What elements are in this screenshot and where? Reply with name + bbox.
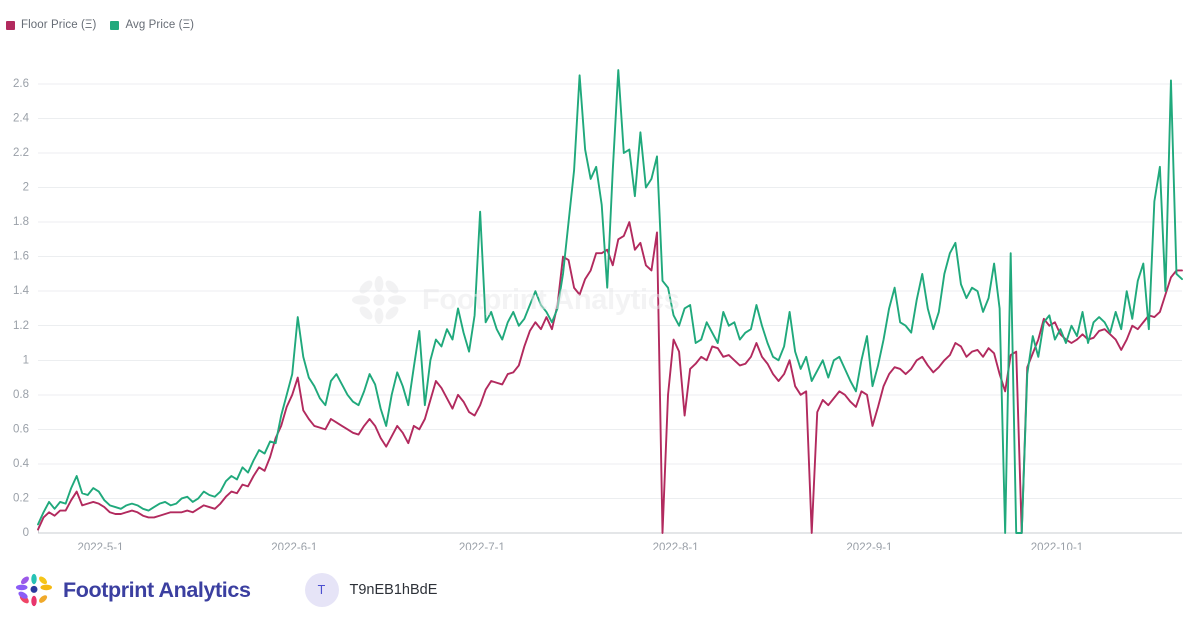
x-axis-tick-label: 2022-7-1	[459, 542, 505, 550]
y-axis-tick-label: 2	[23, 182, 29, 194]
y-axis-tick-label: 2.6	[13, 78, 29, 90]
y-axis-tick-label: 1.2	[13, 320, 29, 332]
y-axis-tick-label: 1.4	[13, 285, 30, 297]
legend-label-avg-price: Avg Price (Ξ)	[125, 19, 195, 31]
brand-block: Footprint Analytics	[14, 571, 251, 609]
y-axis-tick-label: 2.4	[13, 112, 30, 124]
line-chart-svg: 0 0.2 0.4 0.6 0.8 1 1.2 1.4 1.6 1.8 2 2.2 2.4 2.6 2022…	[13, 69, 1183, 550]
chart-footer: Footprint Analytics T T9nEB1hBdE	[0, 550, 1200, 630]
y-axis-tick-label: 0.2	[13, 492, 29, 504]
brand-name: Footprint Analytics	[63, 577, 251, 602]
x-axis-tick-label: 2022-10-1	[1031, 542, 1083, 550]
x-axis-tick-label: 2022-8-1	[653, 542, 699, 550]
legend-label-floor-price: Floor Price (Ξ)	[21, 19, 97, 31]
footprint-nft-price-chart: Floor Price (Ξ) Avg Price (Ξ) 0 0.2 0.4 0.6…	[0, 0, 1200, 630]
legend-item-avg-price[interactable]: Avg Price (Ξ)	[110, 19, 194, 31]
x-axis-tick-label: 2022-6-1	[271, 542, 317, 550]
collection-name: T9nEB1hBdE	[349, 582, 438, 598]
collection-block[interactable]: T T9nEB1hBdE	[304, 573, 438, 607]
legend-swatch-avg-price	[110, 20, 120, 30]
legend-swatch-floor-price	[6, 20, 15, 30]
y-axis-tick-label: 0.8	[13, 389, 29, 401]
x-axis-tick-label: 2022-5-1	[77, 542, 123, 550]
footprint-logo-icon	[15, 573, 53, 607]
y-axis-tick-label: 0.4	[13, 458, 30, 470]
y-axis-tick-label: 1	[23, 354, 29, 366]
chart-legend: Floor Price (Ξ) Avg Price (Ξ)	[6, 15, 194, 35]
y-axis-tick-label: 0	[23, 527, 29, 539]
collection-avatar: T	[304, 573, 339, 607]
y-axis-tick-label: 2.2	[13, 147, 29, 159]
x-axis-tick-label: 2022-9-1	[846, 542, 892, 550]
y-axis-tick-label: 0.6	[13, 423, 29, 435]
y-axis-tick-label: 1.8	[13, 216, 29, 228]
chart-plot-area: 0 0.2 0.4 0.6 0.8 1 1.2 1.4 1.6 1.8 2 2.2 2.4 2.6 2022…	[0, 38, 1200, 550]
y-axis-tick-label: 1.6	[13, 251, 29, 263]
legend-item-floor-price[interactable]: Floor Price (Ξ)	[6, 19, 96, 31]
